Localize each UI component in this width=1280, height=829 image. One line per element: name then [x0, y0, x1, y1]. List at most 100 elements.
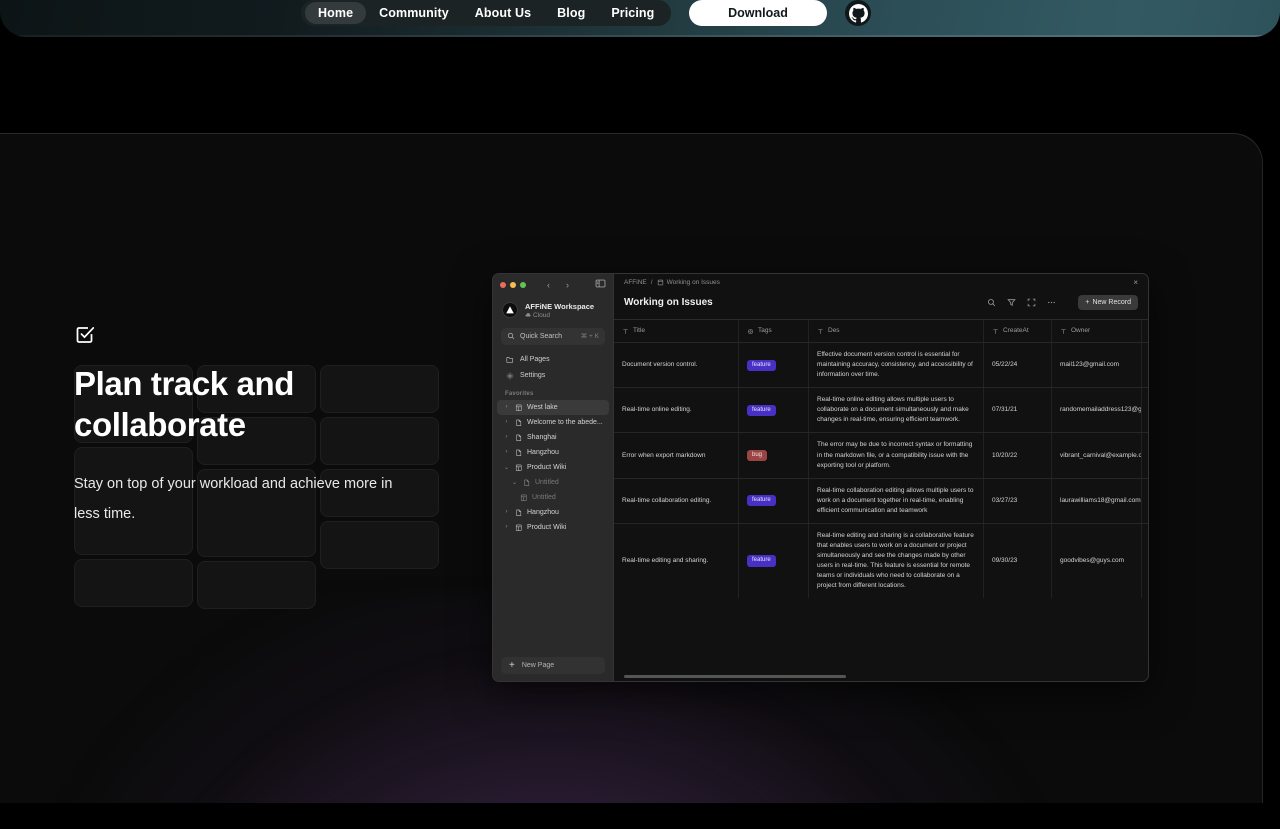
- favorite-item-untitled-1[interactable]: ⌄ Untitled: [497, 475, 609, 490]
- favorite-item-product-wiki-1[interactable]: ⌄ Product Wiki: [497, 460, 609, 475]
- nav-item-blog[interactable]: Blog: [544, 2, 598, 25]
- cell-owner[interactable]: goodvibes@guys.com: [1052, 523, 1142, 599]
- chevron-left-icon[interactable]: ‹: [547, 280, 550, 290]
- cell-owner[interactable]: randomemailaddress123@gmail.com: [1052, 388, 1142, 433]
- breadcrumb: AFFiNE / Working on Issues ×: [614, 274, 1148, 291]
- workspace-sync-status: Cloud: [525, 312, 594, 319]
- favorite-item-west-lake[interactable]: › West lake: [497, 399, 609, 415]
- cell-tags[interactable]: feature: [739, 523, 809, 599]
- plus-icon: +: [1085, 299, 1090, 306]
- nav-item-community[interactable]: Community: [366, 2, 462, 25]
- workspace-sync-label: Cloud: [533, 311, 550, 319]
- window-close-dot[interactable]: [500, 282, 506, 288]
- search-input[interactable]: Quick Search ⌘ + K: [501, 327, 605, 345]
- nav-item-pricing[interactable]: Pricing: [598, 2, 667, 25]
- cell-owner[interactable]: vibrant_carnival@example.com: [1052, 433, 1142, 478]
- favorite-item-hangzhou-1[interactable]: › Hangzhou: [497, 445, 609, 460]
- nav-item-about-us[interactable]: About Us: [462, 2, 544, 25]
- window-minimize-dot[interactable]: [510, 282, 516, 288]
- chevron-right-icon[interactable]: ›: [503, 434, 510, 440]
- column-label: Owner: [1071, 327, 1091, 334]
- cell-owner[interactable]: laurawilliams18@gmail.com: [1052, 478, 1142, 523]
- table-row[interactable]: Real-time online editing. feature Real-t…: [614, 387, 1148, 433]
- column-header-des[interactable]: Des: [809, 320, 984, 343]
- favorite-label: Hangzhou: [527, 448, 559, 456]
- chevron-right-icon[interactable]: ›: [503, 524, 510, 530]
- column-label: Title: [633, 327, 646, 334]
- status-badge: feature: [747, 555, 776, 567]
- chevron-right-icon[interactable]: ›: [503, 419, 510, 425]
- gear-icon: [505, 372, 514, 380]
- cell-tags[interactable]: bug: [739, 433, 809, 478]
- chevron-down-icon[interactable]: ⌄: [511, 479, 518, 486]
- column-header-tags[interactable]: Tags: [739, 320, 809, 343]
- cell-description[interactable]: Real-time collaboration editing allows m…: [809, 478, 984, 523]
- cell-title[interactable]: Error when export markdown: [614, 433, 739, 478]
- chevron-right-icon[interactable]: ›: [503, 404, 510, 410]
- chevron-right-icon[interactable]: ›: [503, 509, 510, 515]
- sidebar-toggle-icon[interactable]: [595, 276, 606, 294]
- grid-card: [197, 561, 316, 609]
- breadcrumb-current[interactable]: Working on Issues: [667, 279, 720, 286]
- nav-item-home[interactable]: Home: [305, 1, 367, 25]
- cell-description[interactable]: The error may be due to incorrect syntax…: [809, 433, 984, 478]
- table-row[interactable]: Real-time collaboration editing. feature…: [614, 477, 1148, 523]
- cell-owner[interactable]: mail123@gmail.com: [1052, 343, 1142, 388]
- cell-tags[interactable]: feature: [739, 343, 809, 388]
- cell-created-at[interactable]: 05/22/24: [984, 343, 1052, 388]
- cell-title[interactable]: Document version control.: [614, 343, 739, 388]
- column-header-title[interactable]: Title: [614, 320, 739, 343]
- page-icon: [522, 479, 531, 487]
- favorite-item-shanghai[interactable]: › Shanghai: [497, 430, 609, 445]
- favorite-item-untitled-2[interactable]: Untitled: [497, 490, 609, 505]
- table-row[interactable]: Document version control. feature Effect…: [614, 342, 1148, 388]
- filter-icon[interactable]: [1007, 298, 1017, 307]
- close-icon[interactable]: ×: [1133, 278, 1138, 287]
- favorite-label: Untitled: [532, 493, 556, 501]
- favorite-item-product-wiki-2[interactable]: › Product Wiki: [497, 520, 609, 535]
- plus-icon: +: [509, 659, 515, 671]
- chevron-right-icon[interactable]: ›: [566, 280, 569, 290]
- new-record-button[interactable]: + New Record: [1078, 295, 1138, 310]
- chevron-right-icon[interactable]: ›: [503, 449, 510, 455]
- new-page-button[interactable]: + New Page: [501, 657, 605, 674]
- chevron-down-icon[interactable]: ⌄: [503, 464, 510, 471]
- table-row[interactable]: Real-time editing and sharing. feature R…: [614, 522, 1148, 599]
- horizontal-scrollbar[interactable]: [624, 675, 846, 678]
- hero-subtitle: Stay on top of your workload and achieve…: [74, 476, 393, 522]
- cell-title[interactable]: Real-time editing and sharing.: [614, 523, 739, 599]
- cell-tags[interactable]: feature: [739, 388, 809, 433]
- more-horizontal-icon[interactable]: [1047, 298, 1056, 307]
- cell-created-at[interactable]: 03/27/23: [984, 478, 1052, 523]
- favorite-item-hangzhou-2[interactable]: › Hangzhou: [497, 505, 609, 520]
- column-label: CreateAt: [1003, 327, 1029, 334]
- cell-description[interactable]: Effective document version control is es…: [809, 343, 984, 388]
- sidebar-item-all-pages[interactable]: All Pages: [497, 352, 609, 368]
- table-toolbar: + New Record: [987, 295, 1138, 310]
- database-icon: [514, 404, 523, 412]
- workspace-selector[interactable]: AFFiNE Workspace Cloud: [493, 296, 613, 319]
- tag-type-icon: [747, 328, 754, 334]
- column-header-owner[interactable]: Owner: [1052, 320, 1142, 343]
- app-window: ‹ › AFFiNE Workspace Cloud Quick Search …: [492, 273, 1149, 682]
- cell-created-at[interactable]: 09/30/23: [984, 523, 1052, 599]
- cell-description[interactable]: Real-time editing and sharing is a colla…: [809, 523, 984, 599]
- column-header-createat[interactable]: CreateAt: [984, 320, 1052, 343]
- cell-created-at[interactable]: 07/31/21: [984, 388, 1052, 433]
- cell-description[interactable]: Real-time online editing allows multiple…: [809, 388, 984, 433]
- status-badge: feature: [747, 359, 776, 371]
- table-row[interactable]: Error when export markdown bug The error…: [614, 432, 1148, 478]
- download-button[interactable]: Download: [689, 0, 827, 26]
- favorite-label: West lake: [527, 403, 558, 411]
- favorite-item-welcome[interactable]: › Welcome to the abede...: [497, 415, 609, 430]
- window-maximize-dot[interactable]: [520, 282, 526, 288]
- cell-title[interactable]: Real-time collaboration editing.: [614, 478, 739, 523]
- cell-created-at[interactable]: 10/20/22: [984, 433, 1052, 478]
- expand-icon[interactable]: [1027, 298, 1036, 307]
- cell-title[interactable]: Real-time online editing.: [614, 388, 739, 433]
- sidebar-item-settings[interactable]: Settings: [497, 368, 609, 384]
- github-icon[interactable]: [845, 0, 871, 26]
- cell-tags[interactable]: feature: [739, 478, 809, 523]
- search-icon[interactable]: [987, 298, 996, 307]
- breadcrumb-root[interactable]: AFFiNE: [624, 279, 647, 286]
